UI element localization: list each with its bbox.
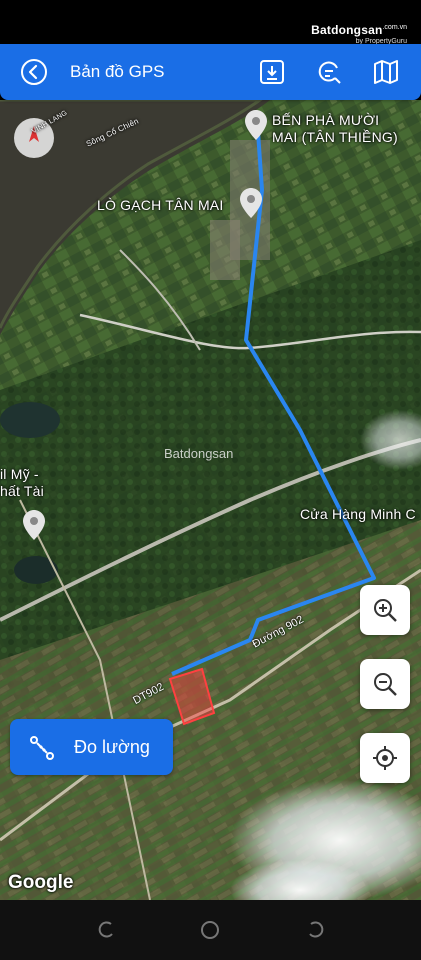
page-title: Bản đồ GPS [70,62,165,81]
location-pin-icon[interactable] [245,110,267,140]
place-label-line1: il Mỹ - [0,466,39,482]
place-label-lo-gach[interactable]: LÒ GẠCH TÂN MAI [97,197,223,214]
measure-label: Đo lường [74,737,150,757]
home-icon[interactable] [200,920,220,940]
place-label-line1: BẾN PHÀ MƯỜI [272,112,380,128]
recents-icon[interactable] [96,920,116,940]
watermark-brand: Batdongsan [311,23,383,37]
system-nav-bar [0,900,421,960]
watermark-domain: .com.vn [382,24,407,31]
place-label-ben-pha[interactable]: BẾN PHÀ MƯỜI MAI (TÂN THIỀNG) [272,112,398,146]
location-pin-icon[interactable] [23,510,45,540]
map-layers-button[interactable] [372,58,400,86]
back-button[interactable] [20,58,48,86]
status-bar: Batdongsan.com.vn by PropertyGuru [0,0,421,45]
google-attribution: Google [8,872,74,893]
my-location-button[interactable] [360,733,410,783]
zoom-out-button[interactable] [360,659,410,709]
place-label-line2: MAI (TÂN THIỀNG) [272,129,398,145]
center-watermark: Batdongsan [164,446,234,461]
measure-button[interactable]: Đo lường [10,719,173,775]
map-icon [374,60,398,84]
app-header: Bản đồ GPS [0,44,421,100]
zoom-in-icon [374,599,397,622]
chevron-left-circle-icon [21,59,47,85]
search-location-button[interactable] [315,58,343,86]
back-nav-icon[interactable] [306,920,326,940]
satellite-map[interactable] [0,100,421,900]
place-label-cua-hang[interactable]: Cửa Hàng Minh C [300,506,416,523]
ruler-route-icon [30,736,54,760]
place-label-left-edge[interactable]: il Mỹ - hất Tài [0,466,44,500]
search-location-icon [318,61,341,84]
place-label-line2: hất Tài [0,483,44,499]
my-location-icon [373,746,397,770]
zoom-in-button[interactable] [360,585,410,635]
download-button[interactable] [258,58,286,86]
download-icon [260,60,284,84]
location-pin-icon[interactable] [240,188,262,218]
zoom-out-icon [374,673,397,696]
